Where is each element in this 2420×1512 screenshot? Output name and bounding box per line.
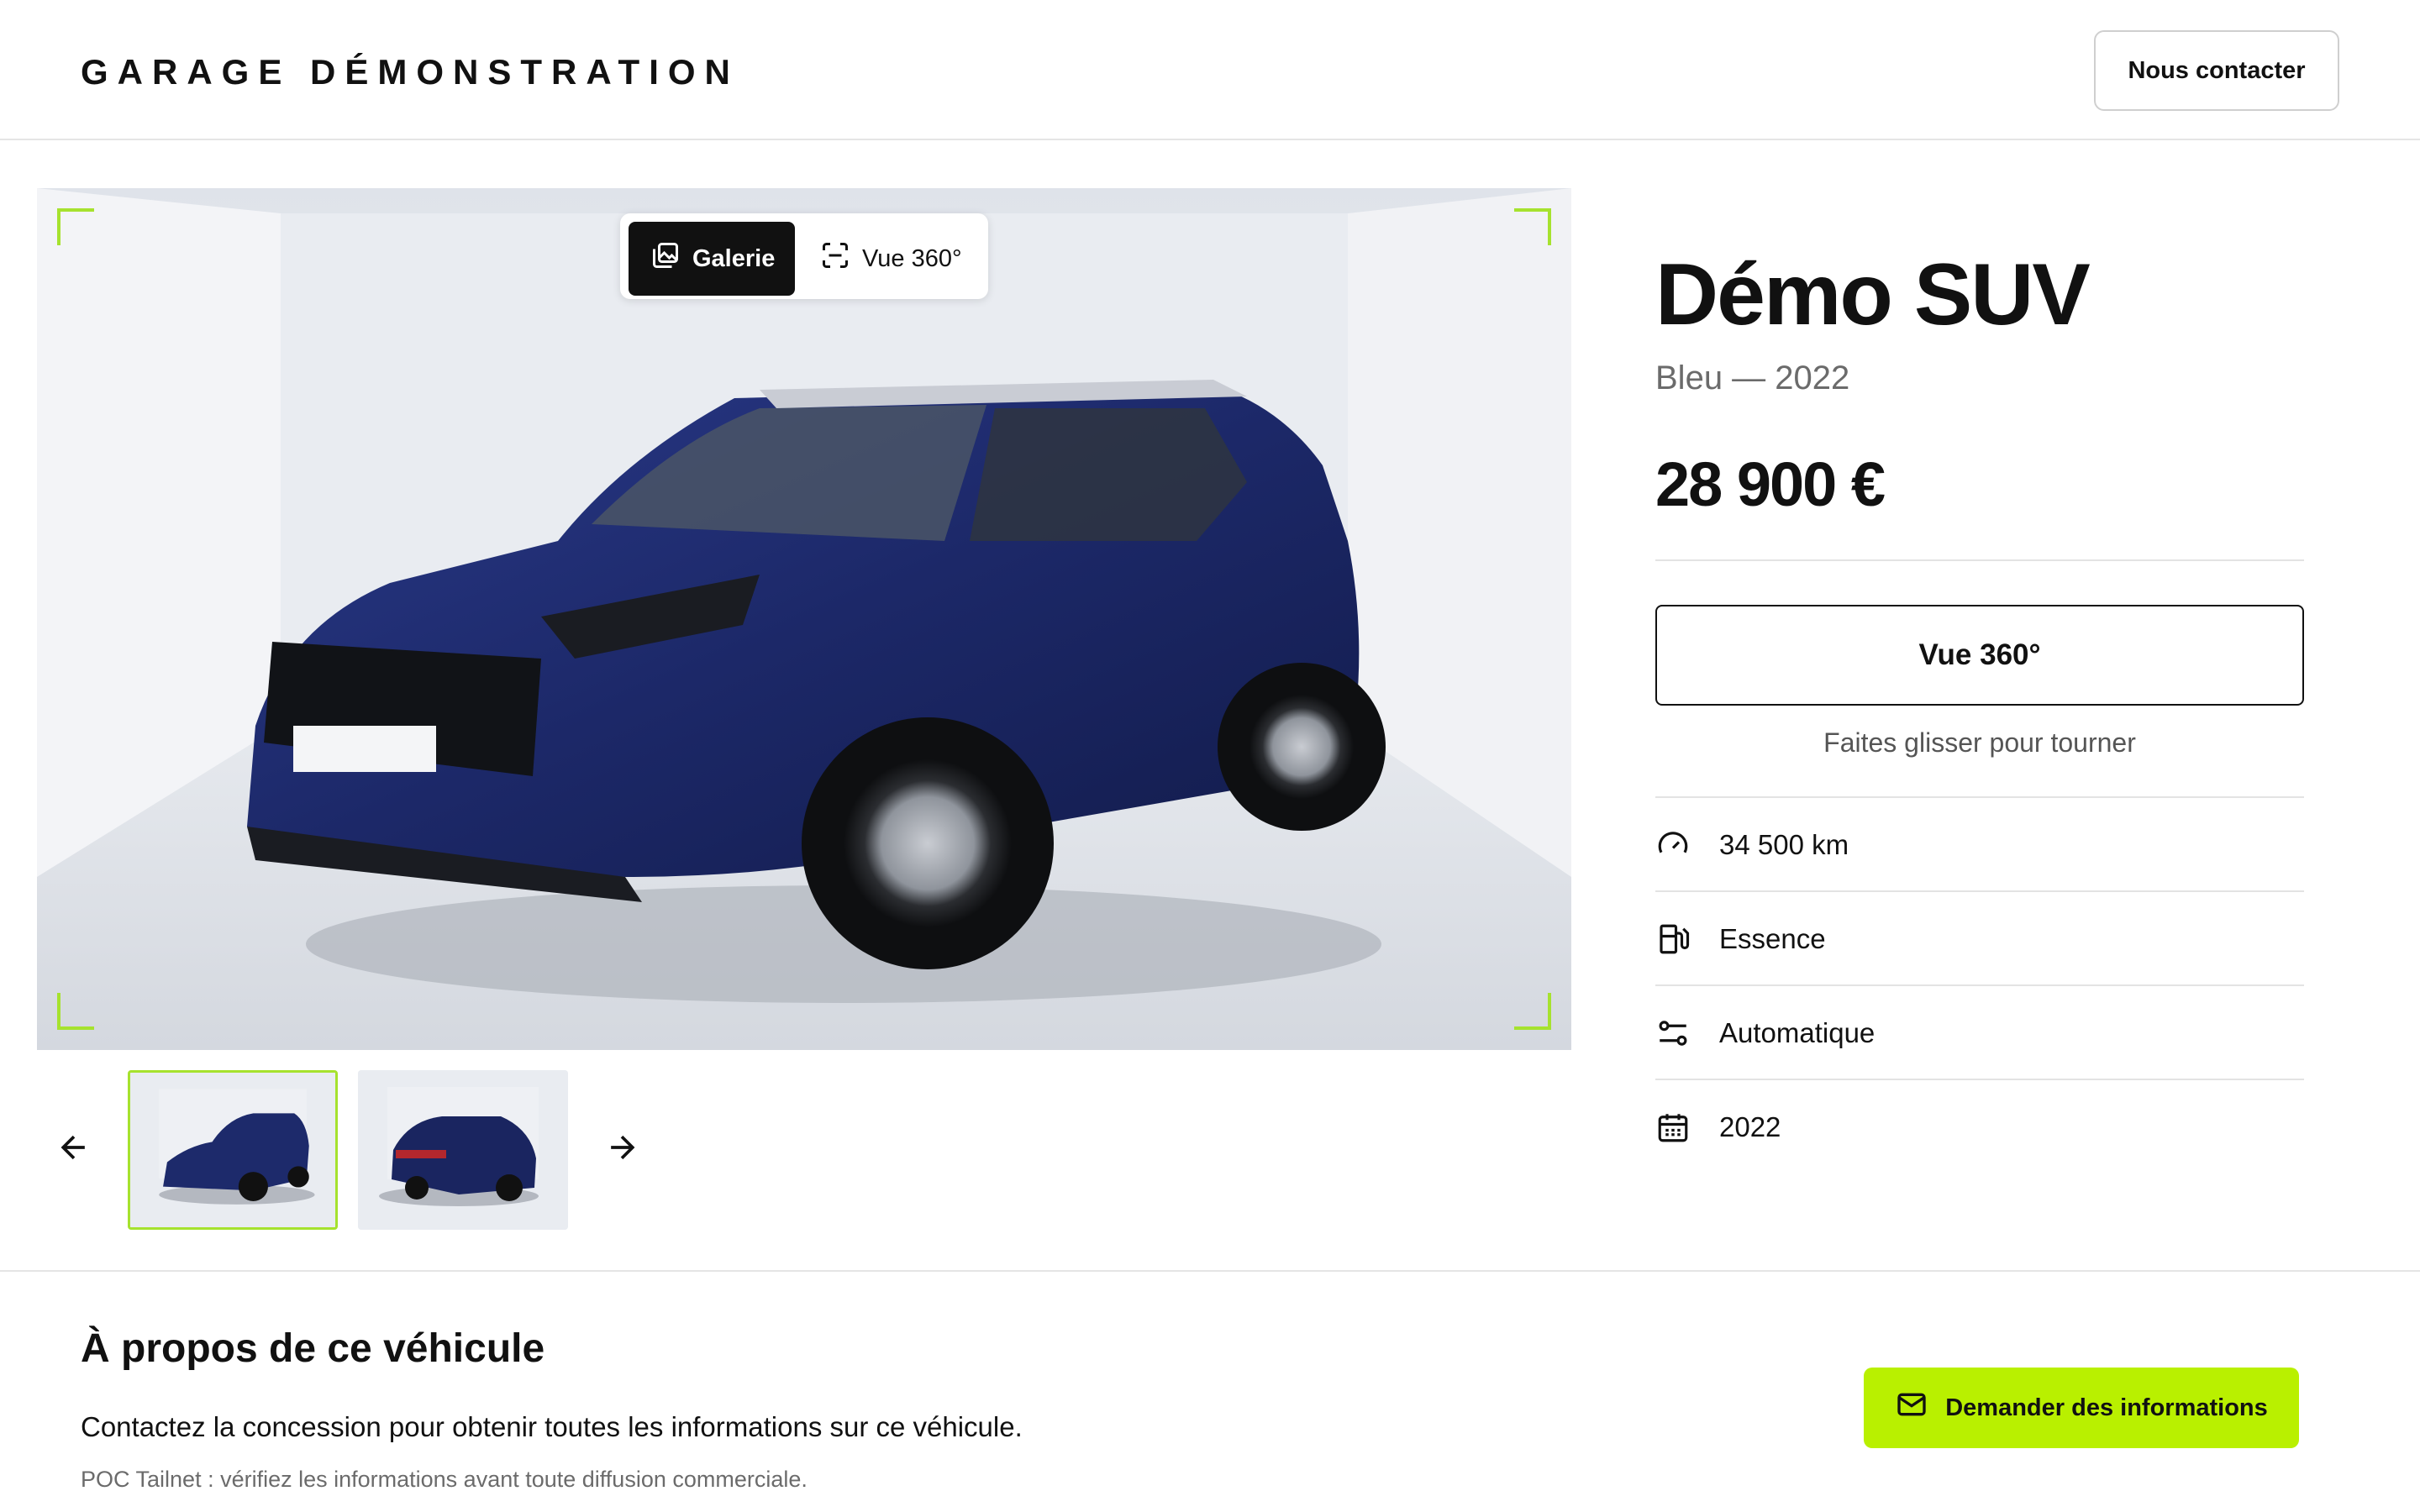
- fuel-pump-icon: [1655, 921, 1691, 957]
- spec-mileage-value: 34 500 km: [1719, 829, 1849, 860]
- mail-icon: [1895, 1388, 1928, 1428]
- arrow-left-icon: [60, 1135, 85, 1160]
- spec-fuel-value: Essence: [1719, 923, 1826, 954]
- tab-360[interactable]: Vue 360°: [805, 222, 981, 296]
- tab-gallery[interactable]: Galerie: [629, 222, 795, 296]
- spec-transmission: Automatique: [1655, 986, 2304, 1080]
- site-header: GARAGE DÉMONSTRATION Nous contacter: [0, 0, 2420, 140]
- view-mode-toggle: Galerie Vue 360°: [620, 213, 988, 299]
- previous-image-button[interactable]: [49, 1122, 99, 1173]
- about-title: À propos de ce véhicule: [81, 1326, 545, 1371]
- about-note: POC Tailnet : vérifiez les informations …: [81, 1467, 808, 1492]
- arrow-right-icon: [611, 1135, 635, 1160]
- frame-corner: [1514, 208, 1551, 245]
- request-info-button[interactable]: Demander des informations: [1864, 1368, 2299, 1448]
- vehicle-title: Démo SUV: [1655, 246, 2091, 344]
- section-divider: [0, 1270, 2420, 1272]
- spec-year: 2022: [1655, 1080, 2304, 1174]
- about-text: Contactez la concession pour obtenir tou…: [81, 1411, 1023, 1442]
- tab-gallery-label: Galerie: [692, 244, 776, 272]
- vehicle-price: 28 900 €: [1655, 449, 1886, 519]
- contact-button[interactable]: Nous contacter: [2094, 30, 2339, 111]
- spec-year-value: 2022: [1719, 1111, 1781, 1142]
- gearbox-icon: [1655, 1016, 1691, 1051]
- spec-fuel: Essence: [1655, 892, 2304, 986]
- gallery-icon: [650, 240, 681, 277]
- tab-360-label: Vue 360°: [862, 244, 962, 272]
- calendar-icon: [1655, 1110, 1691, 1145]
- request-info-label: Demander des informations: [1945, 1394, 2268, 1421]
- view-360-button[interactable]: Vue 360°: [1655, 605, 2304, 706]
- brand-logo[interactable]: GARAGE DÉMONSTRATION: [81, 52, 739, 92]
- frame-corner: [57, 993, 94, 1030]
- main-image-viewer[interactable]: Galerie Vue 360°: [37, 188, 1571, 1050]
- thumbnail-2[interactable]: [358, 1070, 568, 1230]
- next-image-button[interactable]: [597, 1122, 647, 1173]
- thumbnail-1[interactable]: [128, 1070, 338, 1230]
- drag-hint: Faites glisser pour tourner: [1823, 727, 2136, 758]
- vehicle-subtitle: Bleu — 2022: [1655, 360, 1850, 396]
- divider: [1655, 559, 2304, 561]
- spec-mileage: 34 500 km: [1655, 798, 2304, 892]
- scan-icon: [820, 240, 850, 277]
- spec-transmission-value: Automatique: [1719, 1017, 1876, 1048]
- speedometer-icon: [1655, 827, 1691, 863]
- frame-corner: [1514, 993, 1551, 1030]
- car-photo: [37, 188, 1571, 1050]
- frame-corner: [57, 208, 94, 245]
